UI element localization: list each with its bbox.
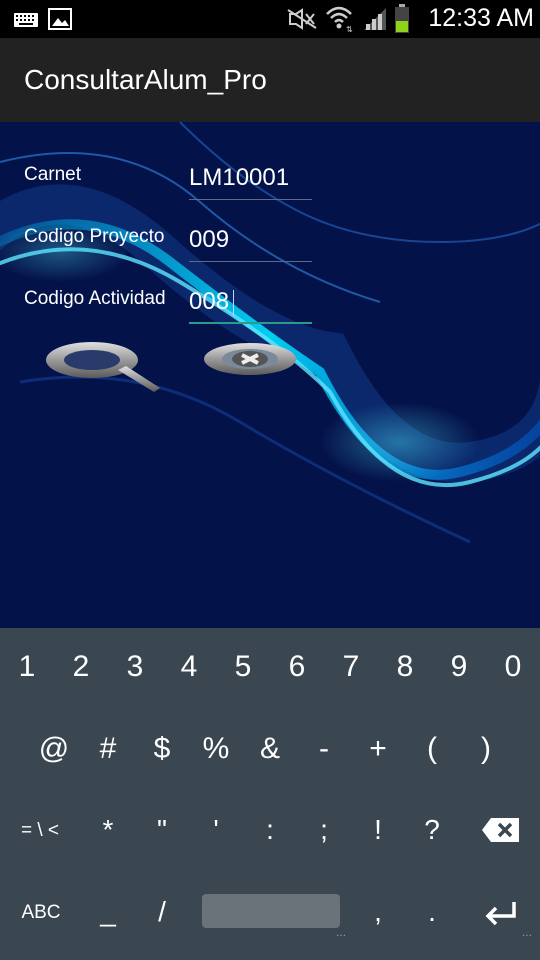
key-2[interactable]: 2	[54, 650, 108, 684]
proyecto-underline	[189, 261, 312, 262]
key-more-symbols[interactable]: = \ <	[12, 820, 68, 842]
proyecto-field[interactable]: 009	[189, 222, 312, 262]
key-abc[interactable]: ABC	[14, 902, 68, 924]
proyecto-value: 009	[189, 226, 230, 253]
key-single-quote[interactable]: '	[189, 814, 243, 846]
key-ampersand[interactable]: &	[243, 732, 297, 766]
enter-icon	[485, 902, 516, 926]
search-button[interactable]	[42, 340, 164, 398]
actividad-label: Codigo Actividad	[24, 288, 166, 309]
enter-key[interactable]	[474, 900, 528, 933]
proyecto-label: Codigo Proyecto	[24, 226, 165, 247]
key-asterisk[interactable]: *	[81, 814, 135, 846]
key-1[interactable]: 1	[0, 650, 54, 684]
key-at[interactable]: @	[27, 732, 81, 766]
long-press-dots-icon: …	[522, 928, 532, 939]
key-double-quote[interactable]: "	[135, 814, 189, 846]
actividad-value: 008	[189, 288, 230, 315]
key-percent[interactable]: %	[189, 732, 243, 766]
space-bar[interactable]	[202, 894, 340, 928]
key-period[interactable]: .	[405, 896, 459, 928]
keyboard-icon	[14, 12, 38, 31]
actividad-underline	[189, 322, 312, 324]
key-underscore[interactable]: _	[81, 896, 135, 928]
clear-button[interactable]	[202, 340, 300, 378]
battery-icon	[394, 4, 410, 38]
key-colon[interactable]: :	[243, 814, 297, 846]
numeric-symbol-keyboard: 1 2 3 4 5 6 7 8 9 0 @ # $ % & - + ( ) = …	[0, 628, 540, 960]
carnet-value: LM10001	[189, 164, 290, 191]
status-bar: ⇅ 12:33 AM	[0, 0, 540, 38]
signal-icon	[362, 6, 388, 36]
key-5[interactable]: 5	[216, 650, 270, 684]
svg-text:⇅: ⇅	[346, 25, 353, 32]
actividad-field[interactable]: 008	[189, 284, 312, 324]
wifi-icon: ⇅	[324, 4, 354, 36]
main-content: Carnet LM10001 Codigo Proyecto 009 Codig…	[0, 122, 540, 628]
key-3[interactable]: 3	[108, 650, 162, 684]
long-press-dots-icon: …	[336, 928, 346, 939]
key-7[interactable]: 7	[324, 650, 378, 684]
key-hash[interactable]: #	[81, 732, 135, 766]
search-icon	[46, 342, 160, 392]
key-6[interactable]: 6	[270, 650, 324, 684]
carnet-label: Carnet	[24, 164, 82, 185]
key-close-paren[interactable]: )	[459, 732, 513, 766]
key-slash[interactable]: /	[135, 896, 189, 928]
key-comma[interactable]: ,	[351, 896, 405, 928]
key-4[interactable]: 4	[162, 650, 216, 684]
carnet-underline	[189, 199, 312, 200]
backspace-icon	[482, 818, 519, 842]
key-question[interactable]: ?	[405, 814, 459, 846]
key-semicolon[interactable]: ;	[297, 814, 351, 846]
clear-icon	[204, 343, 296, 375]
silent-mode-icon	[286, 8, 318, 34]
key-minus[interactable]: -	[297, 732, 351, 766]
key-0[interactable]: 0	[486, 650, 540, 684]
action-bar: ConsultarAlum_Pro	[0, 38, 540, 124]
clock: 12:33 AM	[428, 4, 534, 32]
key-9[interactable]: 9	[432, 650, 486, 684]
key-dollar[interactable]: $	[135, 732, 189, 766]
carnet-field[interactable]: LM10001	[189, 160, 312, 200]
backspace-key[interactable]	[474, 816, 528, 851]
key-open-paren[interactable]: (	[405, 732, 459, 766]
key-plus[interactable]: +	[351, 732, 405, 766]
image-icon	[48, 8, 72, 34]
app-title: ConsultarAlum_Pro	[24, 64, 267, 95]
text-cursor	[233, 290, 234, 316]
key-exclamation[interactable]: !	[351, 814, 405, 846]
key-8[interactable]: 8	[378, 650, 432, 684]
